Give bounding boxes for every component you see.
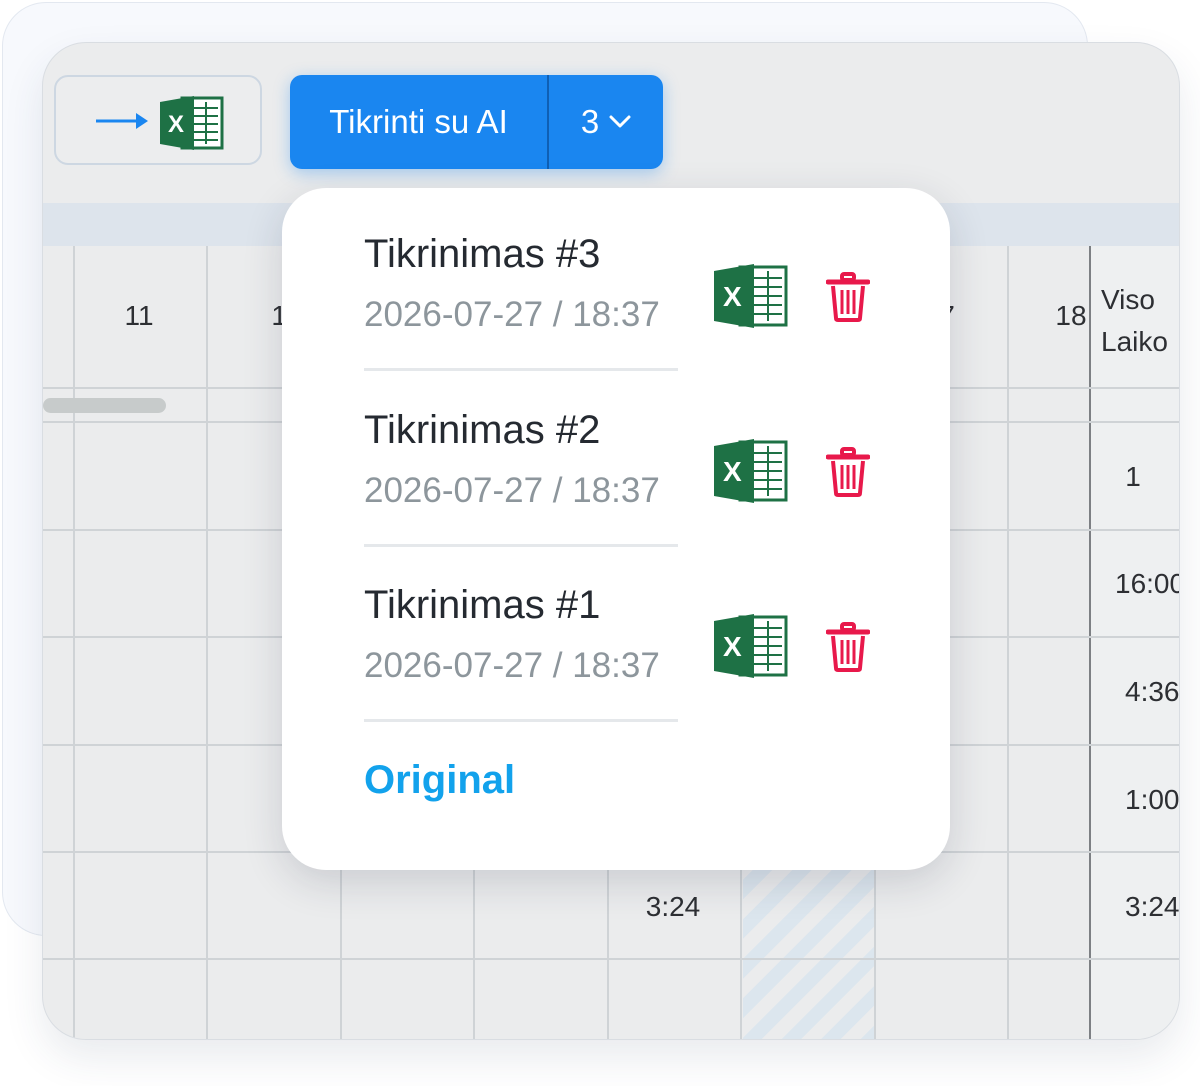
total-cell: 4:36 [1125, 676, 1180, 707]
check-item[interactable]: Tikrinimas #3 2026-07-27 / 18:37 [364, 232, 884, 335]
total-cell: 1 [1125, 461, 1141, 492]
ai-checks-dropdown: Tikrinimas #3 2026-07-27 / 18:37 X Tikri… [282, 188, 950, 870]
excel-icon[interactable]: X [714, 437, 788, 505]
item-divider [364, 719, 678, 722]
trash-icon[interactable] [826, 447, 870, 497]
svg-text:X: X [723, 281, 742, 312]
ai-check-count: 3 [580, 103, 600, 140]
excel-icon: X [160, 96, 224, 150]
item-divider [364, 368, 678, 371]
trash-icon[interactable] [826, 272, 870, 322]
excel-icon[interactable]: X [714, 612, 788, 680]
check-date: 2026-07-27 / 18:37 [364, 295, 660, 334]
ai-check-button[interactable]: Tikrinti su AI [290, 75, 549, 169]
check-date: 2026-07-27 / 18:37 [364, 646, 660, 685]
check-item[interactable]: Tikrinimas #1 2026-07-27 / 18:37 [364, 583, 884, 686]
excel-icon[interactable]: X [714, 262, 788, 330]
check-title: Tikrinimas #3 [364, 232, 601, 276]
svg-text:X: X [723, 456, 742, 487]
check-title: Tikrinimas #1 [364, 583, 601, 627]
svg-text:X: X [168, 111, 184, 138]
trash-icon[interactable] [826, 622, 870, 672]
svg-text:X: X [723, 631, 742, 662]
check-item[interactable]: Tikrinimas #2 2026-07-27 / 18:37 [364, 408, 884, 511]
total-cell: 16:00 [1115, 568, 1180, 599]
original-link[interactable]: Original [364, 758, 515, 803]
chevron-down-icon [609, 115, 631, 128]
total-cell: 1:00 [1125, 784, 1180, 815]
horizontal-scrollbar[interactable] [43, 398, 166, 413]
check-title: Tikrinimas #2 [364, 408, 601, 452]
column-header: 18 [1055, 300, 1087, 331]
total-cell: 3:24 [1125, 891, 1180, 922]
ai-checks-dropdown-toggle[interactable]: 3 [549, 75, 663, 169]
ai-check-button-group: Tikrinti su AI 3 [290, 75, 663, 169]
check-date: 2026-07-27 / 18:37 [364, 471, 660, 510]
export-excel-button[interactable]: X [54, 75, 262, 165]
arrow-right-icon [96, 113, 148, 129]
total-header-line: Laiko [1101, 326, 1168, 357]
total-column-header: Viso Laiko [1101, 279, 1179, 363]
item-divider [364, 544, 678, 547]
table-cell: 3:24 [645, 891, 701, 922]
total-header-line: Viso [1101, 284, 1155, 315]
column-header: 11 [124, 300, 154, 331]
